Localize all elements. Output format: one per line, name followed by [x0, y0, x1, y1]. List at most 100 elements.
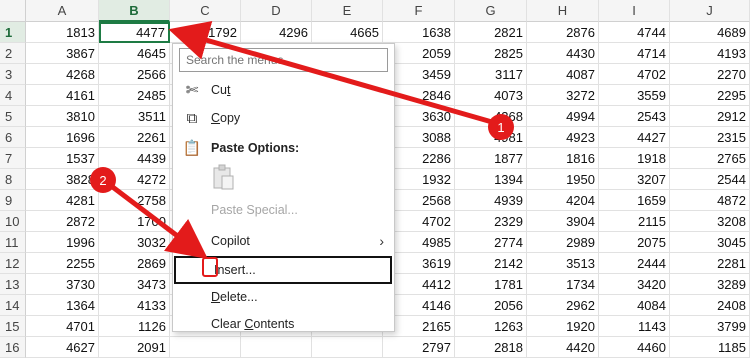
row-header-6[interactable]: 6: [0, 127, 26, 148]
cell-g15[interactable]: 1263: [455, 316, 527, 337]
cell-h1[interactable]: 2876: [527, 22, 599, 43]
menu-item-copy[interactable]: ⧉ Copy: [173, 104, 394, 132]
menu-item-copilot[interactable]: Copilot ›: [173, 227, 394, 255]
column-header-i[interactable]: I: [599, 0, 670, 22]
cell-h3[interactable]: 4087: [527, 64, 599, 85]
cell-g14[interactable]: 2056: [455, 295, 527, 316]
cell-h9[interactable]: 4204: [527, 190, 599, 211]
cell-h15[interactable]: 1920: [527, 316, 599, 337]
cell-g1[interactable]: 2821: [455, 22, 527, 43]
cell-a1[interactable]: 1813: [26, 22, 99, 43]
cell-j5[interactable]: 2912: [670, 106, 750, 127]
cell-j4[interactable]: 2295: [670, 85, 750, 106]
cell-a10[interactable]: 2872: [26, 211, 99, 232]
cell-g8[interactable]: 1394: [455, 169, 527, 190]
cell-g7[interactable]: 1877: [455, 148, 527, 169]
cell-g3[interactable]: 3117: [455, 64, 527, 85]
row-header-16[interactable]: 16: [0, 337, 26, 358]
cell-b12[interactable]: 2869: [99, 253, 170, 274]
cell-i3[interactable]: 4702: [599, 64, 670, 85]
cell-j1[interactable]: 4689: [670, 22, 750, 43]
cell-a3[interactable]: 4268: [26, 64, 99, 85]
cell-j11[interactable]: 3045: [670, 232, 750, 253]
cell-h7[interactable]: 1816: [527, 148, 599, 169]
cell-g13[interactable]: 1781: [455, 274, 527, 295]
cell-i6[interactable]: 4427: [599, 127, 670, 148]
cell-i1[interactable]: 4744: [599, 22, 670, 43]
cell-a4[interactable]: 4161: [26, 85, 99, 106]
cell-i9[interactable]: 1659: [599, 190, 670, 211]
row-header-9[interactable]: 9: [0, 190, 26, 211]
cell-g4[interactable]: 4073: [455, 85, 527, 106]
cell-b14[interactable]: 4133: [99, 295, 170, 316]
cell-g10[interactable]: 2329: [455, 211, 527, 232]
cell-c16[interactable]: [170, 337, 241, 358]
column-header-h[interactable]: H: [527, 0, 599, 22]
column-header-d[interactable]: D: [241, 0, 312, 22]
cell-g12[interactable]: 2142: [455, 253, 527, 274]
cell-i5[interactable]: 2543: [599, 106, 670, 127]
menu-search-input[interactable]: [179, 48, 388, 72]
row-header-11[interactable]: 11: [0, 232, 26, 253]
row-header-7[interactable]: 7: [0, 148, 26, 169]
cell-b4[interactable]: 2485: [99, 85, 170, 106]
cell-j7[interactable]: 2765: [670, 148, 750, 169]
cell-j9[interactable]: 4872: [670, 190, 750, 211]
menu-item-paste-special[interactable]: Paste Special...: [173, 196, 394, 224]
cell-g2[interactable]: 2825: [455, 43, 527, 64]
cell-i10[interactable]: 2115: [599, 211, 670, 232]
cell-b11[interactable]: 3032: [99, 232, 170, 253]
paste-icon[interactable]: [211, 164, 235, 190]
cell-j15[interactable]: 3799: [670, 316, 750, 337]
cell-j2[interactable]: 4193: [670, 43, 750, 64]
column-header-c[interactable]: C: [170, 0, 241, 22]
cell-h13[interactable]: 1734: [527, 274, 599, 295]
cell-g6[interactable]: 4981: [455, 127, 527, 148]
column-header-f[interactable]: F: [383, 0, 455, 22]
cell-j3[interactable]: 2270: [670, 64, 750, 85]
row-header-4[interactable]: 4: [0, 85, 26, 106]
cell-a12[interactable]: 2255: [26, 253, 99, 274]
cell-b10[interactable]: 1700: [99, 211, 170, 232]
cell-h6[interactable]: 4923: [527, 127, 599, 148]
cell-j8[interactable]: 2544: [670, 169, 750, 190]
cell-h14[interactable]: 2962: [527, 295, 599, 316]
cell-a16[interactable]: 4627: [26, 337, 99, 358]
column-header-a[interactable]: A: [26, 0, 99, 22]
cell-j16[interactable]: 1185: [670, 337, 750, 358]
menu-item-insert[interactable]: Insert...: [174, 256, 392, 284]
cell-b15[interactable]: 1126: [99, 316, 170, 337]
cell-i16[interactable]: 4460: [599, 337, 670, 358]
cell-i12[interactable]: 2444: [599, 253, 670, 274]
menu-item-clear-contents[interactable]: Clear Contents: [173, 310, 394, 338]
menu-item-cut[interactable]: ✄ Cut: [173, 76, 394, 104]
cell-i15[interactable]: 1143: [599, 316, 670, 337]
cell-i8[interactable]: 3207: [599, 169, 670, 190]
cell-b13[interactable]: 3473: [99, 274, 170, 295]
row-header-5[interactable]: 5: [0, 106, 26, 127]
cell-a11[interactable]: 1996: [26, 232, 99, 253]
cell-g11[interactable]: 2774: [455, 232, 527, 253]
cell-d16[interactable]: [241, 337, 312, 358]
row-header-3[interactable]: 3: [0, 64, 26, 85]
cell-b8[interactable]: 4272: [99, 169, 170, 190]
cell-e1[interactable]: 4665: [312, 22, 383, 43]
cell-a6[interactable]: 1696: [26, 127, 99, 148]
cell-h2[interactable]: 4430: [527, 43, 599, 64]
cell-a8[interactable]: 3828: [26, 169, 99, 190]
cell-a2[interactable]: 3867: [26, 43, 99, 64]
cell-j13[interactable]: 3289: [670, 274, 750, 295]
row-header-12[interactable]: 12: [0, 253, 26, 274]
cell-j14[interactable]: 2408: [670, 295, 750, 316]
cell-a5[interactable]: 3810: [26, 106, 99, 127]
cell-a9[interactable]: 4281: [26, 190, 99, 211]
cell-d1[interactable]: 4296: [241, 22, 312, 43]
cell-b5[interactable]: 3511: [99, 106, 170, 127]
select-all-corner[interactable]: [0, 0, 26, 22]
cell-i13[interactable]: 3420: [599, 274, 670, 295]
cell-j6[interactable]: 2315: [670, 127, 750, 148]
cell-b2[interactable]: 4645: [99, 43, 170, 64]
cell-h12[interactable]: 3513: [527, 253, 599, 274]
cell-h4[interactable]: 3272: [527, 85, 599, 106]
row-header-1[interactable]: 1: [0, 22, 26, 43]
